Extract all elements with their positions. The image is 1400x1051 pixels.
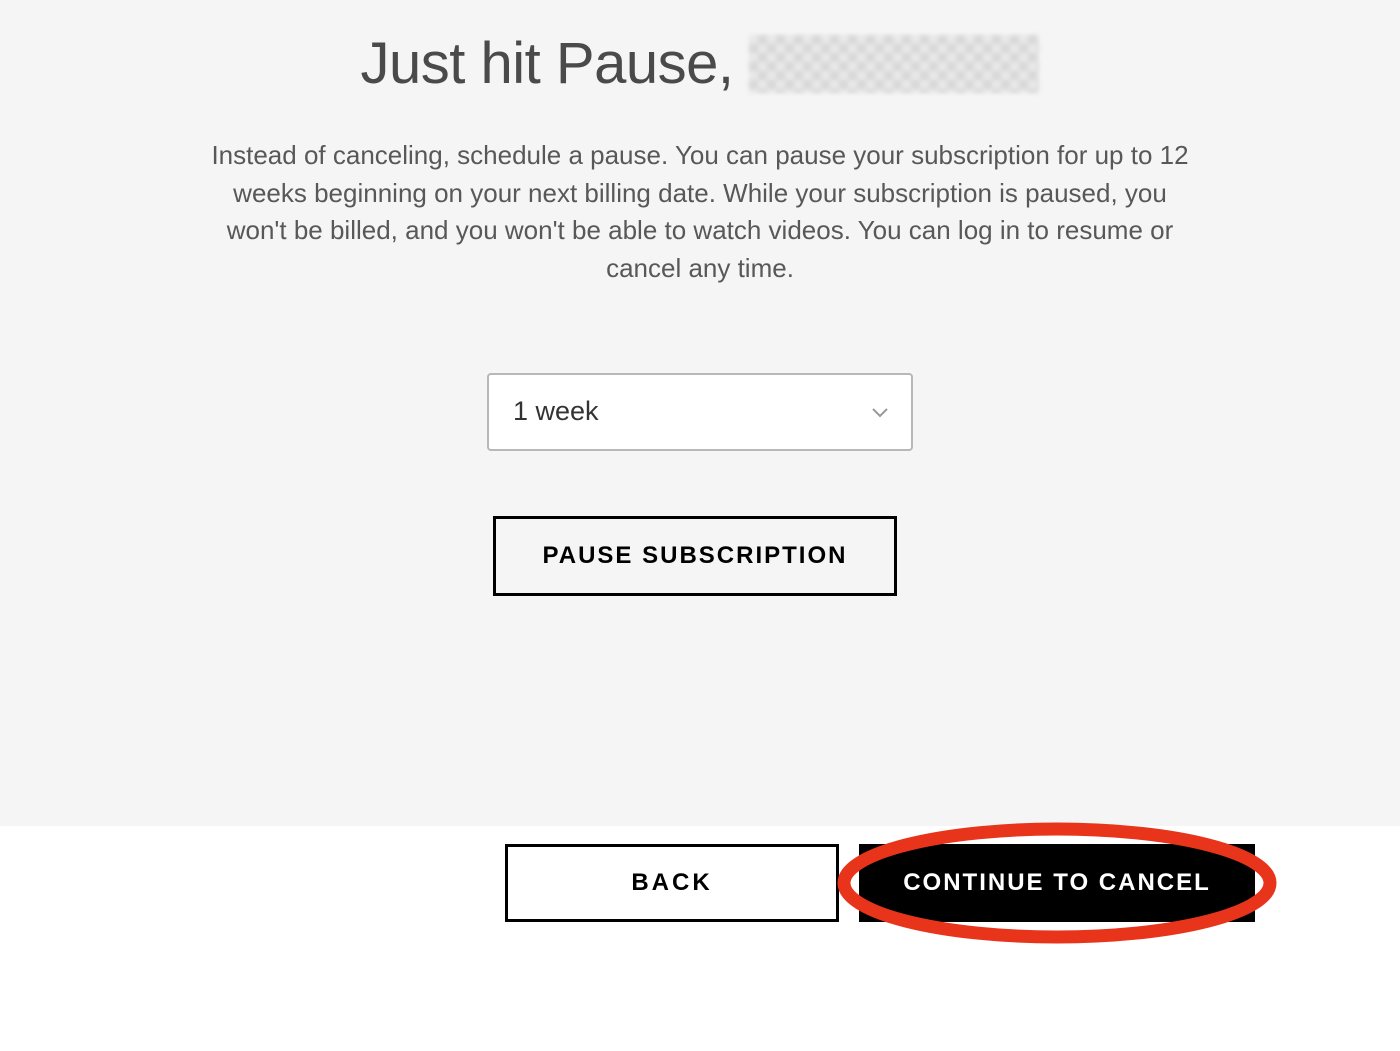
continue-button-wrapper: CONTINUE TO CANCEL [859, 844, 1255, 922]
description-text: Instead of canceling, schedule a pause. … [170, 137, 1230, 288]
heading-redacted-name [749, 35, 1039, 93]
back-button[interactable]: BACK [505, 844, 839, 922]
duration-selected-label: 1 week [513, 396, 599, 426]
main-content: Just hit Pause, Instead of canceling, sc… [0, 0, 1400, 826]
duration-select-wrapper: 1 week [487, 373, 913, 451]
pause-duration-select[interactable]: 1 week [487, 373, 913, 451]
continue-to-cancel-button[interactable]: CONTINUE TO CANCEL [859, 844, 1255, 922]
pause-subscription-button[interactable]: PAUSE SUBSCRIPTION [493, 516, 897, 596]
footer-bar: BACK CONTINUE TO CANCEL [0, 826, 1400, 1051]
heading-prefix: Just hit Pause, [361, 30, 734, 97]
page-heading: Just hit Pause, [0, 30, 1400, 97]
